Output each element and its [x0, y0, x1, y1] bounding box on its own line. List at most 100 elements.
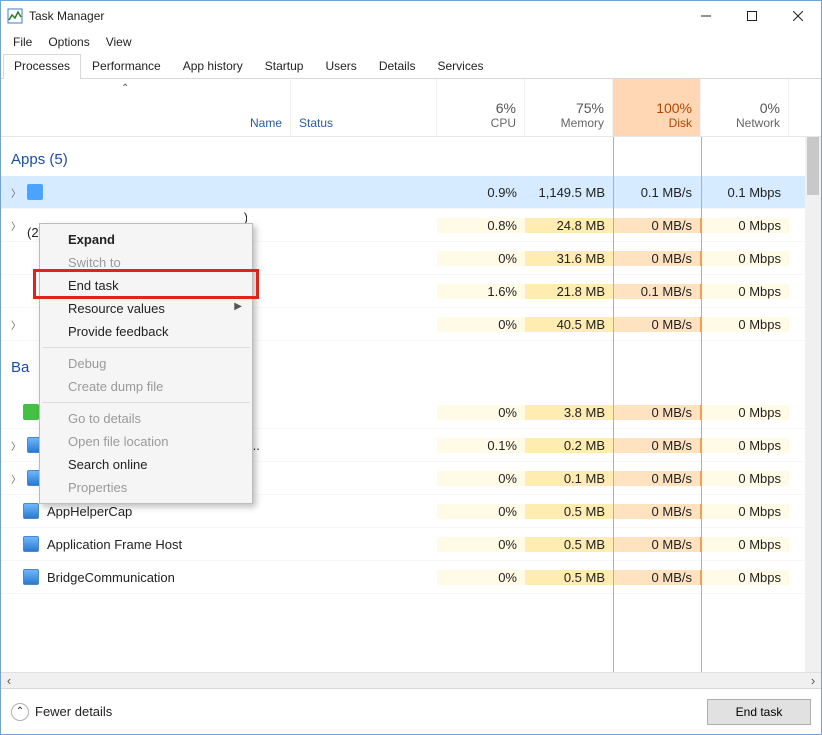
net-value: 0 Mbps: [701, 405, 789, 420]
cpu-value: 0%: [437, 471, 525, 486]
cpu-value: 1.6%: [437, 284, 525, 299]
ctx-resource-values[interactable]: Resource values▶: [40, 297, 252, 320]
ctx-go-to-details: Go to details: [40, 407, 252, 430]
menu-view[interactable]: View: [98, 33, 140, 51]
net-value: 0 Mbps: [701, 251, 789, 266]
expand-icon[interactable]: 〉: [9, 218, 23, 233]
fewer-details-label: Fewer details: [35, 704, 112, 719]
cpu-value: 0.9%: [437, 185, 525, 200]
net-value: 0.1 Mbps: [701, 185, 789, 200]
tab-app-history[interactable]: App history: [172, 54, 254, 79]
titlebar: Task Manager: [1, 1, 821, 31]
cpu-value: 0%: [437, 317, 525, 332]
mem-value: 40.5 MB: [525, 317, 613, 332]
process-name: AppHelperCap: [47, 504, 132, 519]
cpu-value: 0%: [437, 504, 525, 519]
cpu-value: 0.1%: [437, 438, 525, 453]
ctx-create-dump: Create dump file: [40, 375, 252, 398]
disk-value: 0 MB/s: [613, 438, 701, 453]
disk-value: 0.1 MB/s: [613, 185, 701, 200]
disk-value: 0 MB/s: [613, 504, 701, 519]
end-task-button[interactable]: End task: [707, 699, 811, 725]
ctx-switch-to: Switch to: [40, 251, 252, 274]
process-icon: [23, 503, 39, 519]
table-row[interactable]: Application Frame Host 0% 0.5 MB 0 MB/s …: [1, 528, 821, 561]
process-icon: [27, 184, 43, 200]
menu-options[interactable]: Options: [40, 33, 97, 51]
scroll-left-icon[interactable]: ‹: [1, 673, 17, 688]
net-value: 0 Mbps: [701, 570, 789, 585]
disk-value: 0 MB/s: [613, 251, 701, 266]
disk-value: 0 MB/s: [613, 471, 701, 486]
col-disk[interactable]: 100%Disk: [613, 79, 701, 136]
fewer-details-toggle[interactable]: ⌃ Fewer details: [11, 703, 707, 721]
cpu-value: 0%: [437, 251, 525, 266]
mem-value: 0.5 MB: [525, 504, 613, 519]
tab-details[interactable]: Details: [368, 54, 427, 79]
mem-value: 0.5 MB: [525, 537, 613, 552]
net-value: 0 Mbps: [701, 471, 789, 486]
mem-value: 21.8 MB: [525, 284, 613, 299]
net-value: 0 Mbps: [701, 438, 789, 453]
expand-icon[interactable]: 〉: [9, 185, 23, 200]
process-icon: [23, 536, 39, 552]
disk-value: 0 MB/s: [613, 537, 701, 552]
chevron-up-icon: ⌃: [11, 703, 29, 721]
net-value: 0 Mbps: [701, 317, 789, 332]
app-icon: [7, 8, 23, 24]
scrollbar-thumb[interactable]: [807, 137, 819, 195]
cpu-value: 0%: [437, 537, 525, 552]
ctx-provide-feedback[interactable]: Provide feedback: [40, 320, 252, 343]
ctx-debug: Debug: [40, 352, 252, 375]
tab-performance[interactable]: Performance: [81, 54, 172, 79]
maximize-button[interactable]: [729, 1, 775, 31]
expand-icon[interactable]: 〉: [9, 438, 23, 453]
col-name[interactable]: Name: [1, 79, 291, 136]
scroll-right-icon[interactable]: ›: [805, 673, 821, 688]
mem-value: 31.6 MB: [525, 251, 613, 266]
context-menu: Expand Switch to End task Resource value…: [39, 223, 253, 504]
ctx-open-file-location: Open file location: [40, 430, 252, 453]
sort-indicator-icon: ⌃: [121, 83, 129, 94]
task-manager-window: Task Manager File Options View Processes…: [0, 0, 822, 735]
table-row[interactable]: BridgeCommunication 0% 0.5 MB 0 MB/s 0 M…: [1, 561, 821, 594]
ctx-properties: Properties: [40, 476, 252, 499]
mem-value: 0.5 MB: [525, 570, 613, 585]
cpu-value: 0%: [437, 405, 525, 420]
net-value: 0 Mbps: [701, 504, 789, 519]
mem-value: 0.2 MB: [525, 438, 613, 453]
horizontal-scrollbar[interactable]: ‹ ›: [1, 672, 821, 688]
process-icon: [23, 569, 39, 585]
expand-icon[interactable]: 〉: [9, 471, 23, 486]
col-cpu[interactable]: 6%CPU: [437, 79, 525, 136]
window-title: Task Manager: [29, 9, 104, 23]
ctx-end-task[interactable]: End task: [40, 274, 252, 297]
group-apps[interactable]: Apps (5): [1, 137, 821, 176]
tab-services[interactable]: Services: [427, 54, 495, 79]
menu-file[interactable]: File: [5, 33, 40, 51]
minimize-button[interactable]: [683, 1, 729, 31]
submenu-arrow-icon: ▶: [234, 301, 242, 312]
ctx-search-online[interactable]: Search online: [40, 453, 252, 476]
mem-value: 24.8 MB: [525, 218, 613, 233]
vertical-scrollbar[interactable]: [805, 137, 821, 672]
disk-value: 0 MB/s: [613, 405, 701, 420]
tab-users[interactable]: Users: [314, 54, 367, 79]
col-status[interactable]: Status: [291, 79, 437, 136]
close-button[interactable]: [775, 1, 821, 31]
disk-value: 0 MB/s: [613, 317, 701, 332]
tab-processes[interactable]: Processes: [3, 54, 81, 79]
mem-value: 0.1 MB: [525, 471, 613, 486]
cpu-value: 0%: [437, 570, 525, 585]
menubar: File Options View: [1, 31, 821, 53]
disk-value: 0.1 MB/s: [613, 284, 701, 299]
mem-value: 3.8 MB: [525, 405, 613, 420]
process-icon: [23, 404, 39, 420]
col-memory[interactable]: 75%Memory: [525, 79, 613, 136]
col-network[interactable]: 0%Network: [701, 79, 789, 136]
ctx-expand[interactable]: Expand: [40, 228, 252, 251]
expand-icon[interactable]: 〉: [9, 317, 23, 332]
table-row[interactable]: 〉 0.9% 1,149.5 MB 0.1 MB/s 0.1 Mbps: [1, 176, 821, 209]
process-name: BridgeCommunication: [47, 570, 175, 585]
tab-startup[interactable]: Startup: [254, 54, 315, 79]
